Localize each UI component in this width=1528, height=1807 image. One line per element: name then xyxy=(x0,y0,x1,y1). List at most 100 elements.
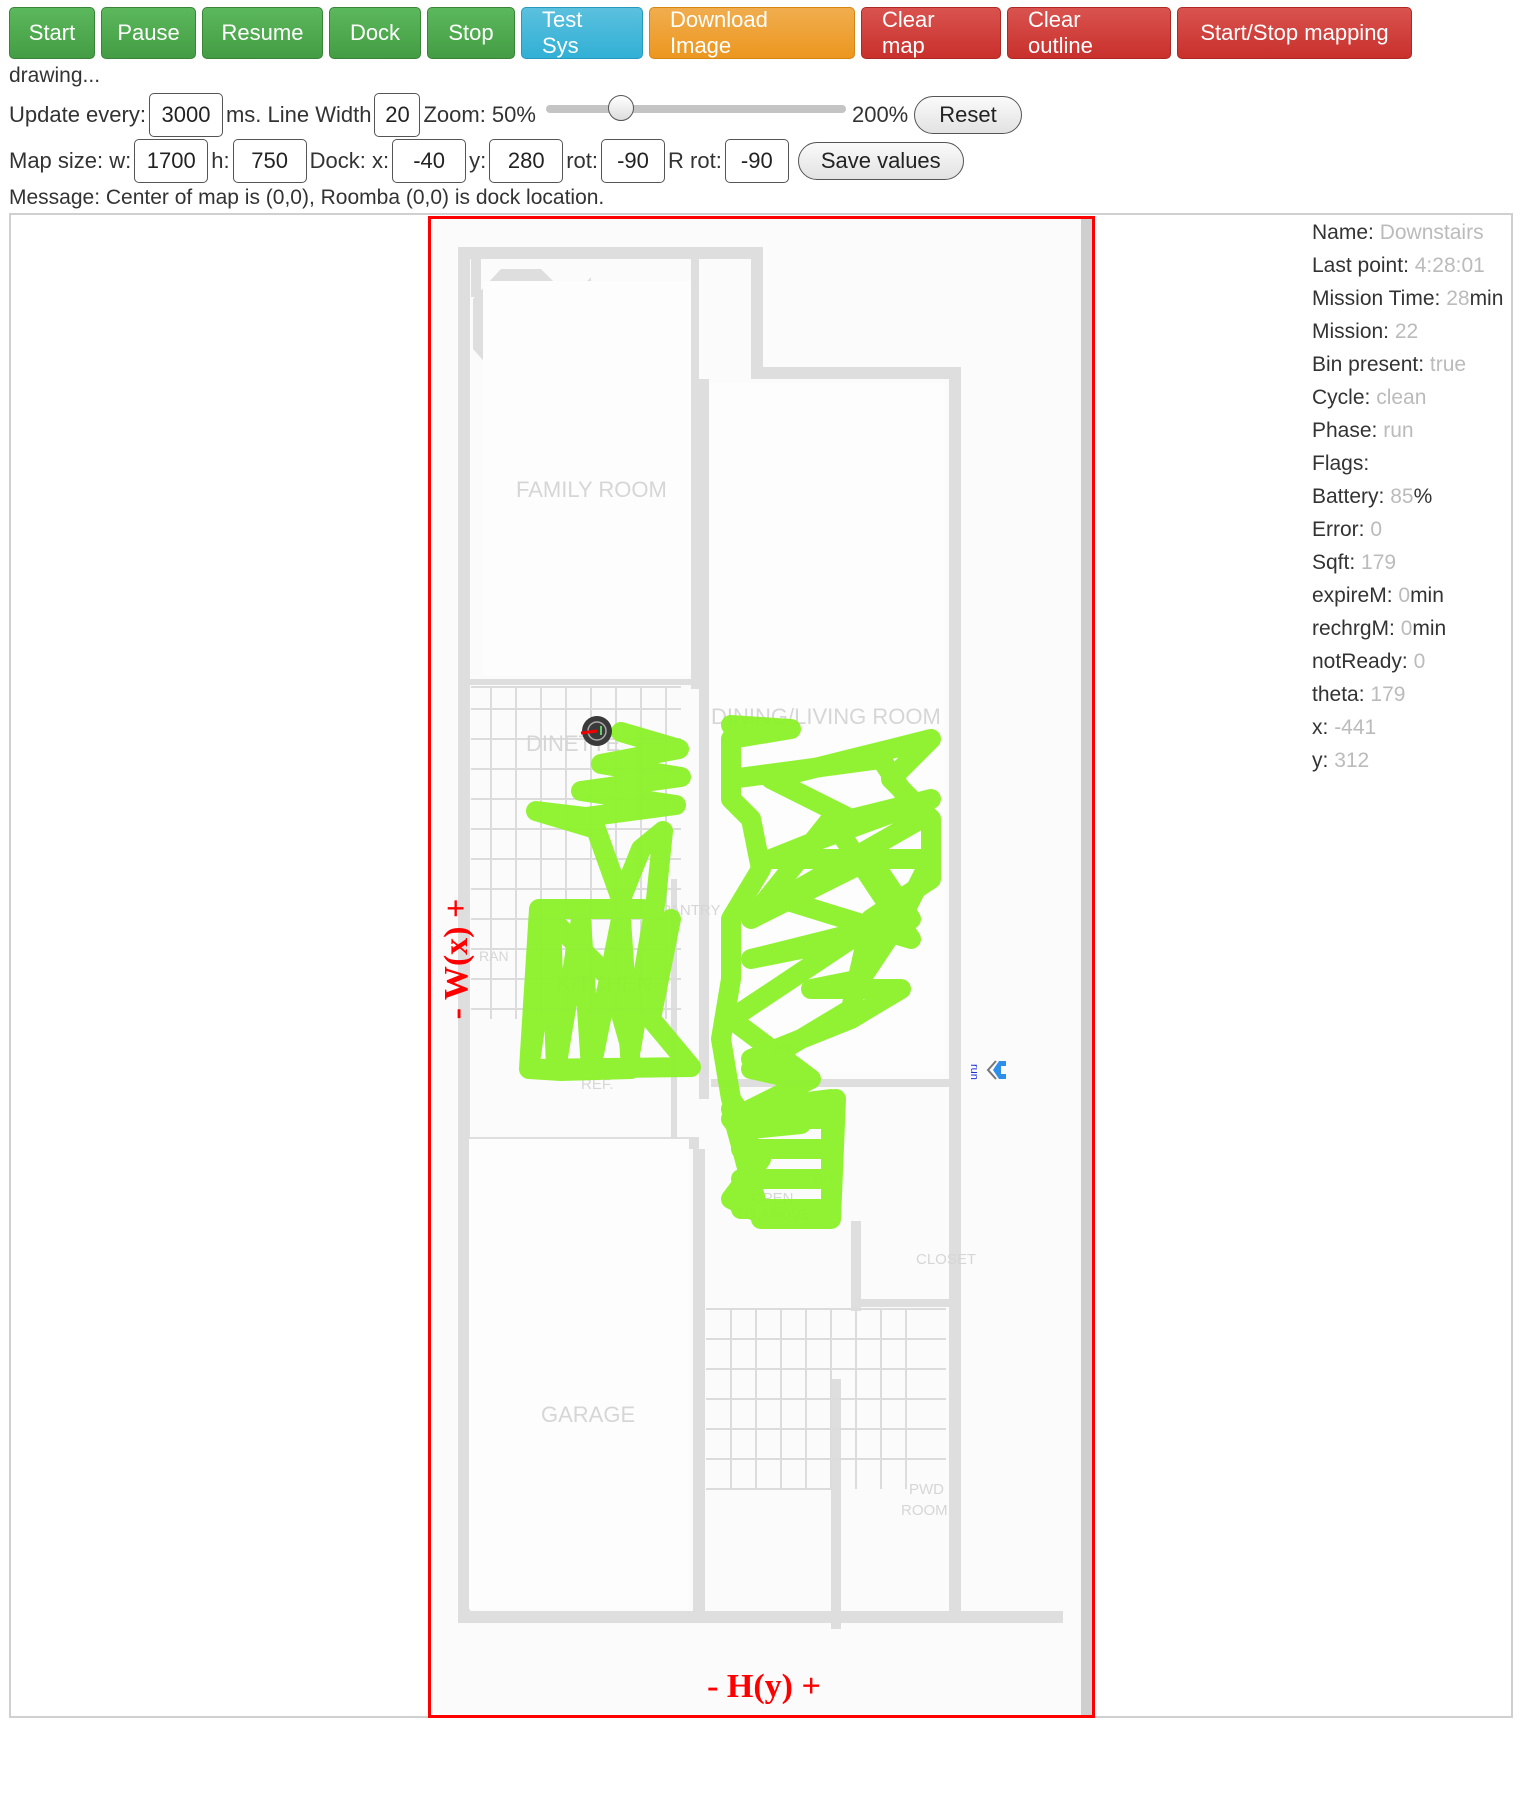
room-label-range: RAN xyxy=(479,948,509,964)
stat-row: Name: Downstairs xyxy=(1312,216,1503,249)
message-text: Message: Center of map is (0,0), Roomba … xyxy=(9,186,605,209)
stat-row: Sqft: 179 xyxy=(1312,546,1503,579)
axis-x-label: - W(x) + xyxy=(438,899,475,1020)
stat-value: 0 xyxy=(1400,617,1413,640)
zoom-label: Zoom: 50% xyxy=(423,102,536,127)
stat-key: Flags: xyxy=(1312,452,1370,475)
map-settings-row: Map size: w: 1700 h: 750 Dock: x: -40 y:… xyxy=(9,139,964,183)
update-unit-label: ms. Line Width xyxy=(225,102,372,127)
stat-row: rechrgM: 0min xyxy=(1312,612,1503,645)
test-sys-button[interactable]: Test Sys xyxy=(521,7,643,59)
zoom-slider-track xyxy=(545,105,846,113)
stat-value: 0 xyxy=(1398,584,1411,607)
stat-row: x: -441 xyxy=(1312,711,1503,744)
stat-value: 0 xyxy=(1413,650,1426,673)
download-image-button[interactable]: Download Image xyxy=(649,7,855,59)
stats-panel: Name: Downstairs Last point: 4:28:01 Missi… xyxy=(1312,216,1503,777)
stat-row: theta: 179 xyxy=(1312,678,1503,711)
dock-button[interactable]: Dock xyxy=(329,7,421,59)
stat-value: 179 xyxy=(1361,551,1397,574)
stat-row: expireM: 0min xyxy=(1312,579,1503,612)
update-interval-input[interactable]: 3000 xyxy=(148,93,223,137)
r-rot-label: R rot: xyxy=(668,148,722,173)
floorplan-svg: FAMILY ROOM DINING/LIVING ROOM DINETTE P… xyxy=(438,219,1092,1715)
room-label-closet: CLOSET xyxy=(916,1251,976,1268)
status-text: drawing... xyxy=(9,64,101,87)
stat-unit: min xyxy=(1410,584,1444,607)
stat-unit: min xyxy=(1469,287,1504,310)
stat-key: Battery: xyxy=(1312,485,1385,508)
stat-row: Cycle: clean xyxy=(1312,381,1503,414)
stat-unit: min xyxy=(1412,617,1447,640)
resume-button[interactable]: Resume xyxy=(202,7,323,59)
rot-input[interactable]: -90 xyxy=(601,139,666,183)
rot-label: rot: xyxy=(566,148,599,173)
stat-row: notReady: 0 xyxy=(1312,645,1503,678)
save-values-button[interactable]: Save values xyxy=(797,142,964,180)
clear-outline-button[interactable]: Clear outline xyxy=(1007,7,1171,59)
map-canvas[interactable]: FAMILY ROOM DINING/LIVING ROOM DINETTE P… xyxy=(428,216,1095,1718)
stat-value: 85 xyxy=(1390,485,1414,508)
stat-value: 28 xyxy=(1446,287,1470,310)
stat-key: Sqft: xyxy=(1312,551,1356,574)
room-label-pwd: PWD xyxy=(909,1481,944,1498)
stat-row: Mission: 22 xyxy=(1312,315,1503,348)
reset-button[interactable]: Reset xyxy=(914,96,1022,134)
stat-value: true xyxy=(1429,353,1467,376)
stat-key: theta: xyxy=(1312,683,1365,706)
stat-key: expireM: xyxy=(1312,584,1393,607)
stat-key: Mission Time: xyxy=(1312,287,1441,310)
stat-key: y: xyxy=(1312,749,1329,772)
start-stop-mapping-button[interactable]: Start/Stop mapping xyxy=(1177,7,1412,59)
stat-row: Phase: run xyxy=(1312,414,1503,447)
stat-value: -441 xyxy=(1334,716,1377,739)
stat-value: 312 xyxy=(1334,749,1370,772)
toolbar: Start Pause Resume Dock Stop Test Sys Do… xyxy=(9,7,1412,59)
stat-row: Battery: 85% xyxy=(1312,480,1503,513)
stat-row: y: 312 xyxy=(1312,744,1503,777)
line-width-input[interactable]: 20 xyxy=(374,93,421,137)
stat-key: notReady: xyxy=(1312,650,1408,673)
stat-key: Error: xyxy=(1312,518,1365,541)
room-label-family-room: FAMILY ROOM xyxy=(516,477,667,502)
stat-row: Mission Time: 28min xyxy=(1312,282,1503,315)
r-rot-input[interactable]: -90 xyxy=(724,139,789,183)
stat-key: Last point: xyxy=(1312,254,1409,277)
stat-row: Error: 0 xyxy=(1312,513,1503,546)
stat-key: Phase: xyxy=(1312,419,1378,442)
axis-y-label: - H(y) + xyxy=(707,1668,821,1705)
stat-key: rechrgM: xyxy=(1312,617,1395,640)
garage-area xyxy=(469,1139,689,1609)
dock-phase-label: run xyxy=(968,1064,980,1080)
dock-x-label: Dock: x: xyxy=(309,148,390,173)
dock-y-input[interactable]: 280 xyxy=(489,139,564,183)
dock-icon xyxy=(986,1060,1006,1080)
clear-map-button[interactable]: Clear map xyxy=(861,7,1001,59)
start-button[interactable]: Start xyxy=(9,7,95,59)
map-height-input[interactable]: 750 xyxy=(232,139,307,183)
stat-value: 22 xyxy=(1394,320,1419,343)
pause-button[interactable]: Pause xyxy=(101,7,196,59)
stat-key: Cycle: xyxy=(1312,386,1371,409)
stat-value: 0 xyxy=(1370,518,1383,541)
stat-unit: % xyxy=(1413,485,1433,508)
stat-value: run xyxy=(1383,419,1414,442)
stat-value: 179 xyxy=(1370,683,1406,706)
map-height-label: h: xyxy=(211,148,230,173)
stat-row: Bin present: true xyxy=(1312,348,1503,381)
zoom-slider-thumb[interactable] xyxy=(607,95,634,121)
stat-row: Last point: 4:28:01 xyxy=(1312,249,1503,282)
stat-key: x: xyxy=(1312,716,1329,739)
stat-row: Flags: xyxy=(1312,447,1503,480)
room-label-garage: GARAGE xyxy=(541,1402,635,1427)
stat-key: Bin present: xyxy=(1312,353,1425,376)
update-settings-row: Update every: 3000 ms. Line Width 20 Zoo… xyxy=(9,93,1022,137)
stat-value: clean xyxy=(1376,386,1427,409)
room-label-room: ROOM xyxy=(901,1502,948,1519)
zoom-slider[interactable] xyxy=(545,95,846,121)
map-size-label: Map size: w: xyxy=(9,148,132,173)
dock-x-input[interactable]: -40 xyxy=(392,139,467,183)
stop-button[interactable]: Stop xyxy=(427,7,515,59)
stat-key: Mission: xyxy=(1312,320,1390,343)
map-width-input[interactable]: 1700 xyxy=(134,139,209,183)
